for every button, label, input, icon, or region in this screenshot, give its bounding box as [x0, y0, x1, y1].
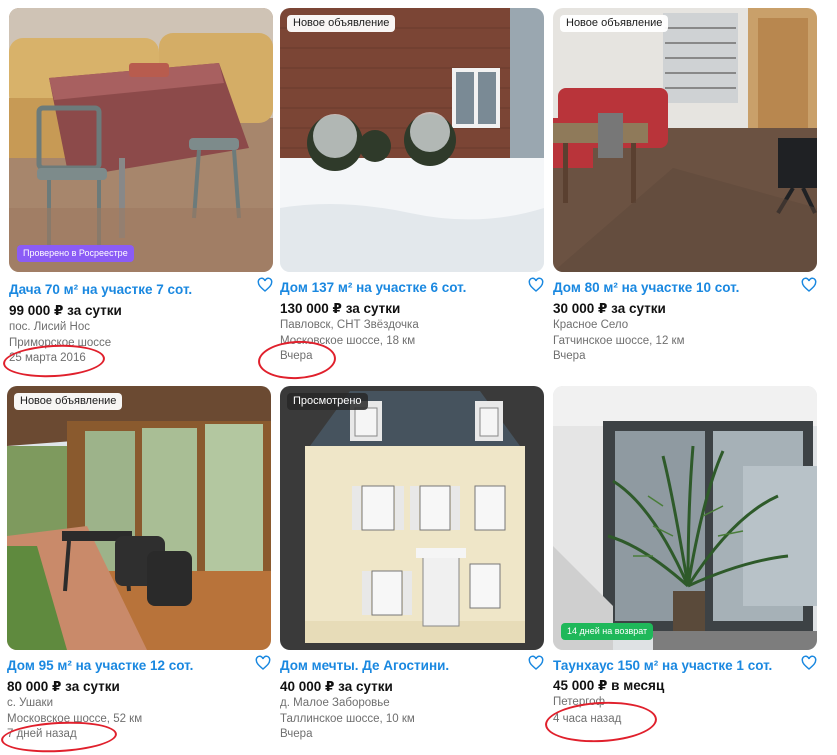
listing-date: 4 часа назад [553, 713, 622, 725]
photo-dacha-interior [9, 8, 273, 272]
new-listing-badge: Новое объявление [287, 15, 396, 32]
listing-date: Вчера [280, 728, 313, 740]
heart-icon[interactable] [528, 277, 544, 293]
photo-house-snow [280, 8, 544, 272]
listing-photo[interactable]: Новое объявление [7, 386, 271, 650]
new-listing-badge: Новое объявление [560, 15, 669, 32]
listing-date: Вчера [553, 350, 586, 362]
listing-location: Красное Село [553, 319, 629, 331]
listing-price: 80 000 ₽ за сутки [7, 679, 120, 694]
heart-icon[interactable] [257, 277, 273, 293]
heart-icon[interactable] [528, 655, 544, 671]
listing-road: Приморское шоссе [9, 337, 112, 349]
listing-road: Таллинское шоссе, 10 км [280, 713, 415, 725]
listing-date: Вчера [280, 350, 313, 362]
listing-price: 45 000 ₽ в месяц [553, 678, 665, 693]
listing-date: 7 дней назад [7, 728, 77, 740]
listing-photo[interactable]: Проверено в Росреестре [9, 8, 273, 272]
listing-photo[interactable]: Новое объявление [553, 8, 817, 272]
heart-icon[interactable] [801, 277, 817, 293]
photo-room-interior [553, 8, 817, 272]
listing-road: Московское шоссе, 18 км [280, 335, 416, 347]
heart-icon[interactable] [255, 655, 271, 671]
photo-veranda [7, 386, 271, 650]
listing-road: Гатчинское шоссе, 12 км [553, 335, 685, 347]
listing-location: Павловск, СНТ Звёздочка [280, 319, 419, 331]
new-listing-badge: Новое объявление [14, 393, 123, 410]
listing-title[interactable]: Дом 95 м² на участке 12 сот. [7, 658, 253, 673]
listing-price: 99 000 ₽ за сутки [9, 303, 122, 318]
photo-townhouse-palm [553, 386, 817, 650]
listing-location: д. Малое Заборовье [280, 697, 390, 709]
listing-title[interactable]: Дом 137 м² на участке 6 сот. [280, 280, 526, 295]
listing-price: 30 000 ₽ за сутки [553, 301, 666, 316]
listing-road: Московское шоссе, 52 км [7, 713, 143, 725]
listing-price: 40 000 ₽ за сутки [280, 679, 393, 694]
listing-location: с. Ушаки [7, 697, 54, 709]
listing-date: 25 марта 2016 [9, 352, 86, 364]
listing-title[interactable]: Дом мечты. Де Агостини. [280, 658, 526, 673]
return-policy-badge: 14 дней на возврат [561, 623, 654, 640]
viewed-badge: Просмотрено [287, 393, 368, 410]
listing-photo[interactable]: Новое объявление [280, 8, 544, 272]
listing-title[interactable]: Дача 70 м² на участке 7 сот. [9, 282, 255, 297]
listing-photo[interactable]: Просмотрено [280, 386, 544, 650]
listing-location: Петергоф [553, 696, 606, 708]
verified-badge: Проверено в Росреестре [17, 245, 134, 262]
listing-photo[interactable]: 14 дней на возврат [553, 386, 817, 650]
listing-title[interactable]: Дом 80 м² на участке 10 сот. [553, 280, 799, 295]
photo-dollhouse [280, 386, 544, 650]
listing-price: 130 000 ₽ за сутки [280, 301, 401, 316]
listing-location: пос. Лисий Нос [9, 321, 90, 333]
heart-icon[interactable] [801, 655, 817, 671]
listing-title[interactable]: Таунхаус 150 м² на участке 1 сот. [553, 658, 799, 673]
